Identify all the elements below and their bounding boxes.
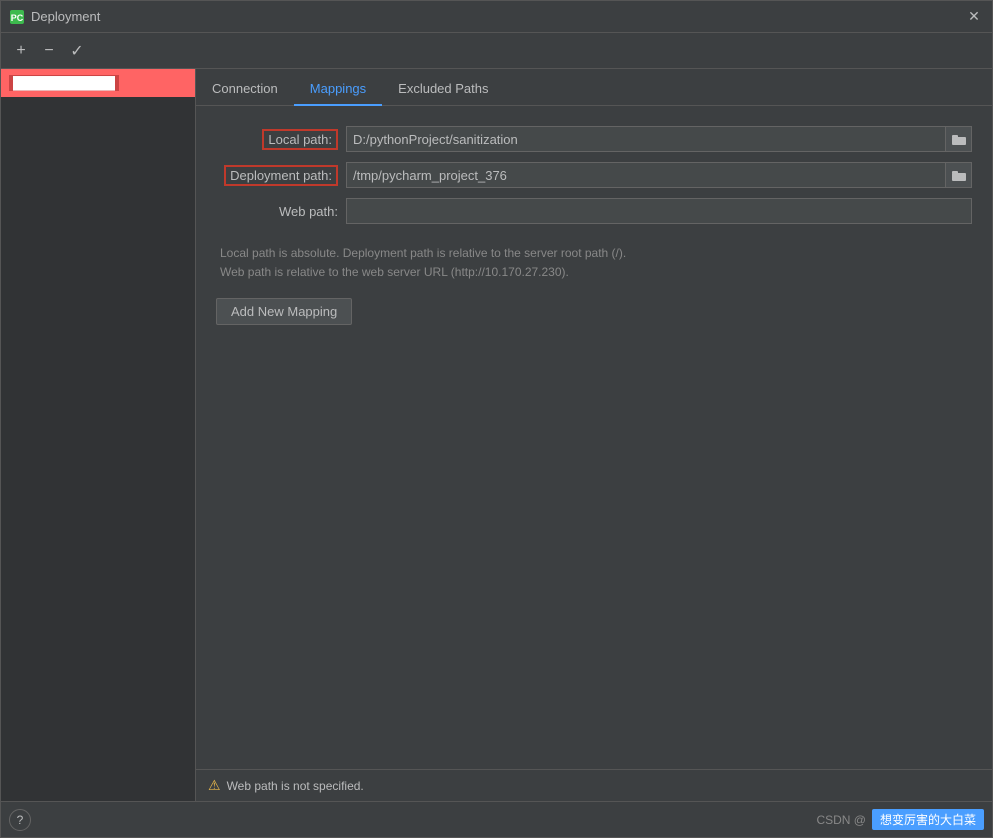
title-bar: PC Deployment ✕ (1, 1, 992, 33)
local-path-label-wrapper: Local path: (216, 129, 346, 150)
hint-text: Local path is absolute. Deployment path … (216, 244, 972, 282)
status-bar: ⚠ Web path is not specified. (196, 769, 992, 801)
remove-server-button[interactable]: − (37, 39, 61, 63)
deployment-path-input[interactable] (346, 162, 946, 188)
tab-mappings[interactable]: Mappings (294, 73, 382, 106)
content-area: Connection Mappings Excluded Paths Local… (196, 69, 992, 801)
sidebar: ████████████ (1, 69, 196, 801)
local-path-browse-button[interactable] (946, 126, 972, 152)
tab-connection[interactable]: Connection (196, 73, 294, 106)
deployment-path-browse-button[interactable] (946, 162, 972, 188)
add-server-button[interactable]: + (9, 39, 33, 63)
watermark-csdn: CSDN @ (816, 813, 866, 827)
form-area: Local path: D (196, 106, 992, 769)
close-button[interactable]: ✕ (964, 7, 984, 27)
confirm-button[interactable]: ✓ (65, 39, 89, 63)
toolbar: + − ✓ (1, 33, 992, 69)
local-path-input-wrapper (346, 126, 972, 152)
status-message: Web path is not specified. (227, 779, 364, 793)
deployment-path-label-wrapper: Deployment path: (216, 165, 346, 186)
window-title: Deployment (31, 9, 964, 24)
hint-line-1: Local path is absolute. Deployment path … (220, 244, 972, 263)
deployment-path-label: Deployment path: (224, 165, 338, 186)
local-path-row: Local path: (216, 126, 972, 152)
main-content: ████████████ Connection Mappings Exclude… (1, 69, 992, 801)
author-badge: 想变厉害的大白菜 (872, 809, 984, 830)
hint-line-2: Web path is relative to the web server U… (220, 263, 972, 282)
web-path-row: Web path: (216, 198, 972, 224)
local-path-input[interactable] (346, 126, 946, 152)
tabs-bar: Connection Mappings Excluded Paths (196, 69, 992, 106)
deployment-path-input-wrapper (346, 162, 972, 188)
tab-excluded-paths[interactable]: Excluded Paths (382, 73, 504, 106)
svg-text:PC: PC (11, 13, 24, 23)
watermark: CSDN @ 想变厉害的大白菜 (816, 809, 984, 830)
server-name: ████████████ (9, 75, 119, 91)
server-item[interactable]: ████████████ (1, 69, 195, 97)
local-path-label: Local path: (262, 129, 338, 150)
help-button[interactable]: ? (9, 809, 31, 831)
warning-icon: ⚠ (208, 777, 221, 794)
bottom-bar: ? CSDN @ 想变厉害的大白菜 (1, 801, 992, 837)
web-path-input-wrapper (346, 198, 972, 224)
web-path-label: Web path: (216, 204, 346, 219)
app-icon: PC (9, 9, 25, 25)
web-path-input[interactable] (346, 198, 972, 224)
deployment-path-row: Deployment path: (216, 162, 972, 188)
add-new-mapping-button[interactable]: Add New Mapping (216, 298, 352, 325)
